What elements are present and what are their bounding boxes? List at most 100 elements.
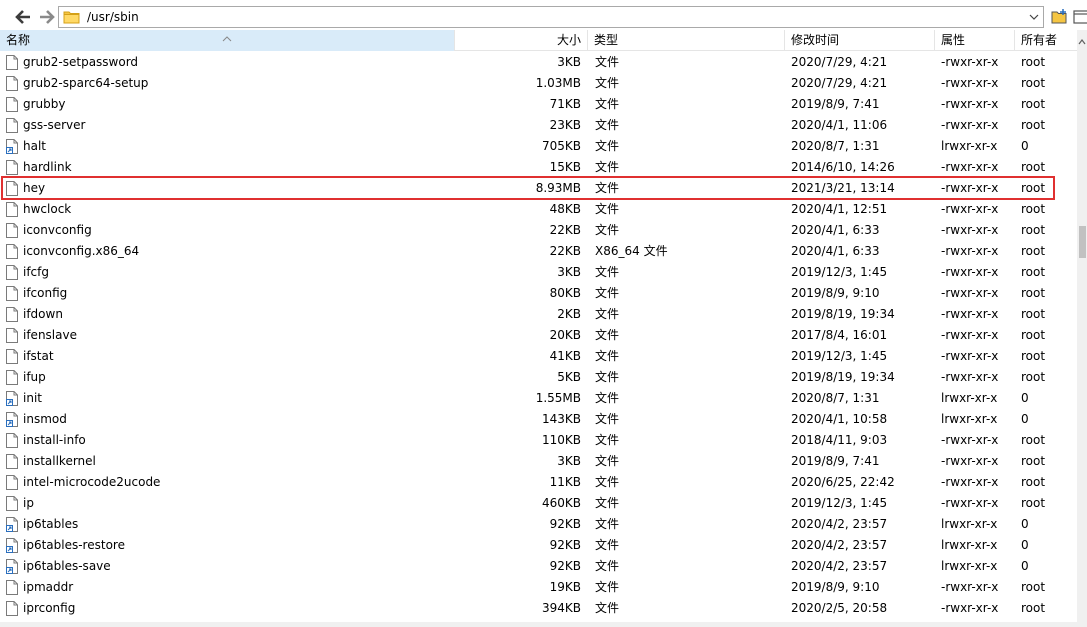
file-row[interactable]: hey 8.93MB 文件 2021/3/21, 13:14 -rwxr-xr-x roo… xyxy=(0,178,1077,199)
file-size: 92KB xyxy=(549,538,581,552)
column-header-attributes[interactable]: 属性 xyxy=(935,30,1015,51)
file-type: 文件 xyxy=(595,265,620,279)
arrow-right-icon[interactable] xyxy=(37,7,57,27)
file-mtime: 2020/7/29, 4:21 xyxy=(791,55,888,69)
file-row[interactable]: init 1.55MB 文件 2020/8/7, 1:31 lrwxr-xr-x 0 xyxy=(0,388,1077,409)
file-owner: root xyxy=(1021,76,1046,90)
file-row[interactable]: grub2-setpassword 3KB 文件 2020/7/29, 4:21 -rw… xyxy=(0,52,1077,73)
file-attributes: -rwxr-xr-x xyxy=(941,265,999,279)
file-size: 80KB xyxy=(549,286,581,300)
file-name: iconvconfig xyxy=(23,223,92,237)
file-row[interactable]: iconvconfig 22KB 文件 2020/4/1, 6:33 -rwxr-xr-… xyxy=(0,220,1077,241)
file-name: ip6tables-save xyxy=(23,559,111,573)
file-size: 48KB xyxy=(549,202,581,216)
symlink-file-icon xyxy=(6,514,20,535)
file-type: 文件 xyxy=(595,118,620,132)
file-owner: 0 xyxy=(1021,391,1029,405)
file-row[interactable]: ifdown 2KB 文件 2019/8/19, 19:34 -rwxr-xr-x roo… xyxy=(0,304,1077,325)
file-row[interactable]: grubby 71KB 文件 2019/8/9, 7:41 -rwxr-xr-x root xyxy=(0,94,1077,115)
file-name: ifcfg xyxy=(23,265,49,279)
file-mtime: 2019/12/3, 1:45 xyxy=(791,265,888,279)
file-icon xyxy=(6,451,20,472)
file-owner: 0 xyxy=(1021,412,1029,426)
file-row[interactable]: ipmaddr 19KB 文件 2019/8/9, 9:10 -rwxr-xr-x roo… xyxy=(0,577,1077,598)
file-attributes: -rwxr-xr-x xyxy=(941,55,999,69)
column-header-owner[interactable]: 所有者 xyxy=(1015,30,1077,51)
file-list: grub2-setpassword 3KB 文件 2020/7/29, 4:21 -rw… xyxy=(0,52,1077,627)
file-size: 143KB xyxy=(541,412,581,426)
vertical-scrollbar[interactable] xyxy=(1077,30,1087,627)
file-attributes: lrwxr-xr-x xyxy=(941,391,998,405)
file-type: 文件 xyxy=(595,412,620,426)
file-row[interactable]: ifcfg 3KB 文件 2019/12/3, 1:45 -rwxr-xr-x root xyxy=(0,262,1077,283)
file-row[interactable]: ip 460KB 文件 2019/12/3, 1:45 -rwxr-xr-x root xyxy=(0,493,1077,514)
file-type: 文件 xyxy=(595,538,620,552)
file-row[interactable]: hardlink 15KB 文件 2014/6/10, 14:26 -rwxr-xr-x… xyxy=(0,157,1077,178)
file-row[interactable]: ip6tables-restore 92KB 文件 2020/4/2, 23:57 lr… xyxy=(0,535,1077,556)
file-size: 1.03MB xyxy=(535,76,581,90)
path-input[interactable]: /usr/sbin xyxy=(58,6,1044,28)
file-row[interactable]: grub2-sparc64-setup 1.03MB 文件 2020/7/29, 4:… xyxy=(0,73,1077,94)
file-row[interactable]: ifstat 41KB 文件 2019/12/3, 1:45 -rwxr-xr-x roo… xyxy=(0,346,1077,367)
file-mtime: 2020/4/1, 6:33 xyxy=(791,244,880,258)
file-owner: root xyxy=(1021,286,1046,300)
symlink-file-icon xyxy=(6,535,20,556)
file-mtime: 2017/8/4, 16:01 xyxy=(791,328,888,342)
file-mtime: 2020/4/1, 10:58 xyxy=(791,412,888,426)
file-name: ip xyxy=(23,496,34,510)
file-row[interactable]: gss-server 23KB 文件 2020/4/1, 11:06 -rwxr-xr-… xyxy=(0,115,1077,136)
file-row[interactable]: install-info 110KB 文件 2018/4/11, 9:03 -rwxr-… xyxy=(0,430,1077,451)
file-icon xyxy=(6,157,20,178)
file-row[interactable]: ifconfig 80KB 文件 2019/8/9, 9:10 -rwxr-xr-x ro… xyxy=(0,283,1077,304)
file-mtime: 2020/8/7, 1:31 xyxy=(791,391,880,405)
new-folder-icon[interactable] xyxy=(1051,8,1069,26)
file-row[interactable]: iconvconfig.x86_64 22KB X86_64 文件 2020/4/1,… xyxy=(0,241,1077,262)
refresh-icon[interactable] xyxy=(1073,8,1087,26)
column-header-size[interactable]: 大小 xyxy=(455,30,588,51)
file-icon xyxy=(6,346,20,367)
file-row[interactable]: intel-microcode2ucode 11KB 文件 2020/6/25, 22… xyxy=(0,472,1077,493)
file-name: grub2-sparc64-setup xyxy=(23,76,149,90)
file-icon xyxy=(6,178,20,199)
file-row[interactable]: iprconfig 394KB 文件 2020/2/5, 20:58 -rwxr-xr-… xyxy=(0,598,1077,619)
file-type: 文件 xyxy=(595,559,620,573)
column-header-type[interactable]: 类型 xyxy=(588,30,785,51)
chevron-down-icon[interactable] xyxy=(1027,9,1041,25)
file-owner: root xyxy=(1021,55,1046,69)
scrollbar-thumb[interactable] xyxy=(1079,226,1086,258)
file-owner: root xyxy=(1021,118,1046,132)
file-mtime: 2019/8/9, 9:10 xyxy=(791,580,880,594)
file-row[interactable]: hwclock 48KB 文件 2020/4/1, 12:51 -rwxr-xr-x ro… xyxy=(0,199,1077,220)
file-attributes: -rwxr-xr-x xyxy=(941,496,999,510)
horizontal-scrollbar[interactable] xyxy=(0,622,1077,627)
file-owner: root xyxy=(1021,97,1046,111)
folder-icon xyxy=(63,9,80,25)
file-icon xyxy=(6,52,20,73)
file-row[interactable]: ip6tables-save 92KB 文件 2020/4/2, 23:57 lrwxr… xyxy=(0,556,1077,577)
address-toolbar: /usr/sbin xyxy=(0,0,1087,33)
file-size: 22KB xyxy=(549,244,581,258)
file-type: 文件 xyxy=(595,223,620,237)
file-name: installkernel xyxy=(23,454,96,468)
column-header-name[interactable]: 名称 xyxy=(0,30,455,51)
symlink-file-icon xyxy=(6,409,20,430)
file-name: iprconfig xyxy=(23,601,76,615)
sort-ascending-icon xyxy=(222,28,232,42)
file-owner: root xyxy=(1021,181,1046,195)
file-mtime: 2019/8/9, 9:10 xyxy=(791,286,880,300)
file-row[interactable]: ifup 5KB 文件 2019/8/19, 19:34 -rwxr-xr-x root xyxy=(0,367,1077,388)
file-icon xyxy=(6,304,20,325)
file-icon xyxy=(6,94,20,115)
file-row[interactable]: installkernel 3KB 文件 2019/8/9, 7:41 -rwxr-xr… xyxy=(0,451,1077,472)
file-row[interactable]: halt 705KB 文件 2020/8/7, 1:31 lrwxr-xr-x 0 xyxy=(0,136,1077,157)
file-row[interactable]: ifenslave 20KB 文件 2017/8/4, 16:01 -rwxr-xr-x… xyxy=(0,325,1077,346)
column-header-mtime[interactable]: 修改时间 xyxy=(785,30,935,51)
file-row[interactable]: ip6tables 92KB 文件 2020/4/2, 23:57 lrwxr-xr-x… xyxy=(0,514,1077,535)
file-owner: root xyxy=(1021,265,1046,279)
file-size: 71KB xyxy=(549,97,581,111)
file-row[interactable]: insmod 143KB 文件 2020/4/1, 10:58 lrwxr-xr-x 0 xyxy=(0,409,1077,430)
arrow-left-icon[interactable] xyxy=(13,7,33,27)
file-owner: root xyxy=(1021,244,1046,258)
file-attributes: -rwxr-xr-x xyxy=(941,202,999,216)
scroll-up-icon[interactable] xyxy=(1078,34,1086,45)
